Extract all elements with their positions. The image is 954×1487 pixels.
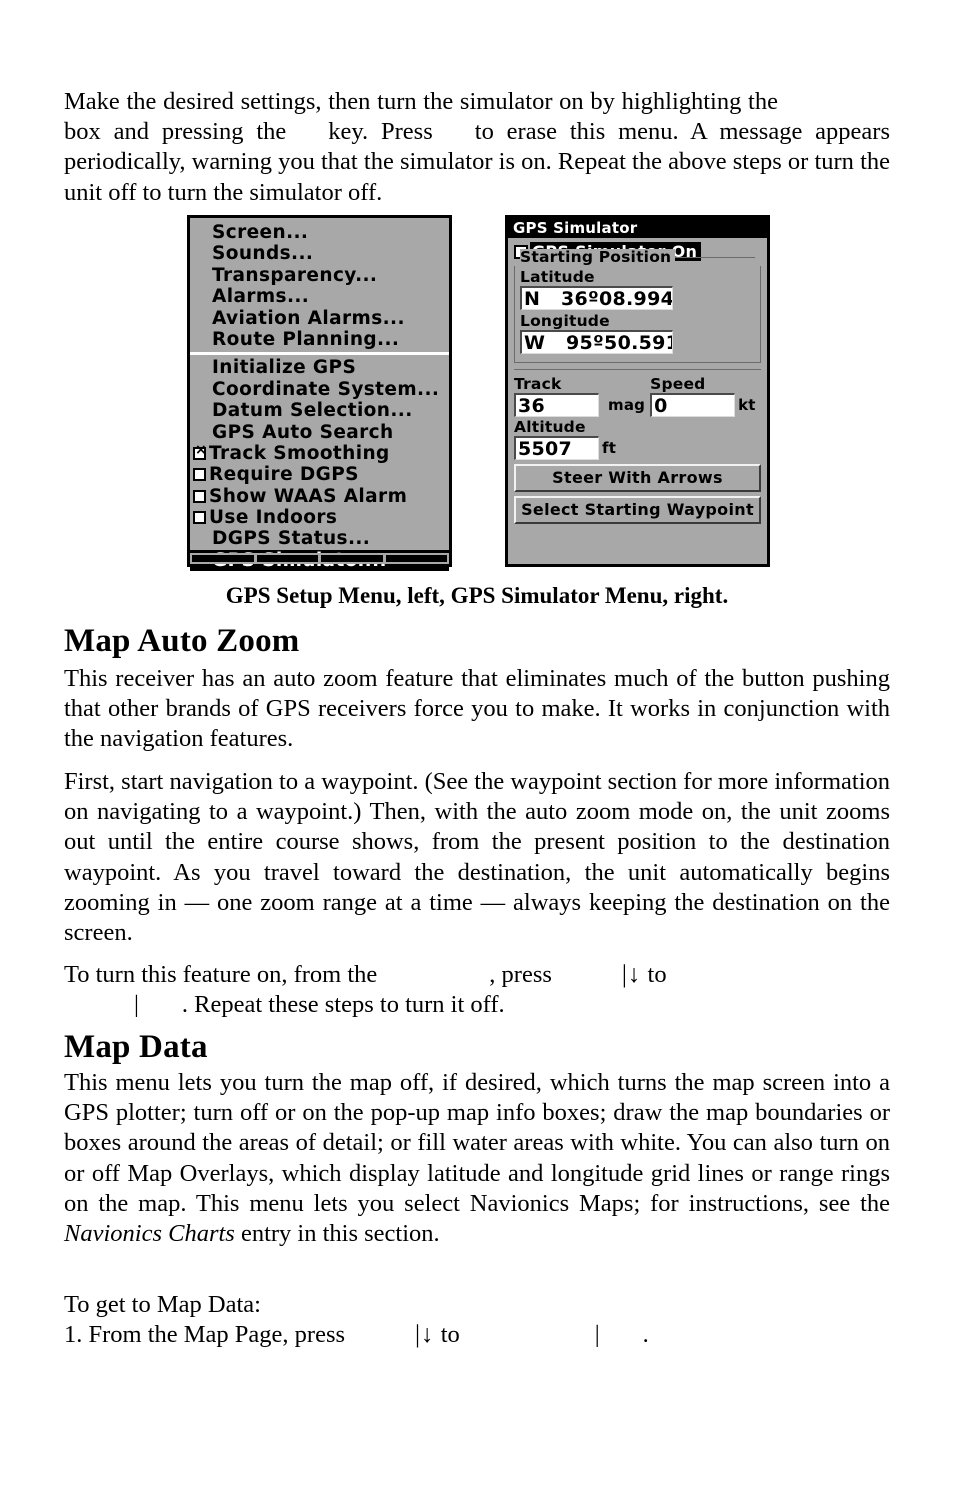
map-auto-zoom-steps: To turn this feature on, from the , press… [64, 960, 890, 1020]
checkbox-unchecked-icon[interactable] [193, 489, 206, 503]
menu-bottom-tab-bar [190, 553, 449, 564]
intro-paragraph: Make the desired settings, then turn the… [64, 87, 890, 208]
altitude-label: Altitude [514, 418, 586, 436]
menu-item-track-smoothing[interactable]: Track Smoothing [190, 443, 449, 464]
map-data-text-a: This menu lets you turn the map off, if … [64, 1069, 890, 1217]
menu-item-show-waas-alarm[interactable]: Show WAAS Alarm [190, 486, 449, 507]
menu-item-label: Datum Selection... [212, 400, 413, 422]
menu-key-down-arrow-glyph: |↓ [415, 1321, 435, 1349]
longitude-field[interactable]: W 95º50.591' [520, 330, 673, 354]
latitude-label: Latitude [520, 268, 595, 286]
altitude-field[interactable]: 5507 [514, 436, 599, 460]
intro-part-3: key. Press [328, 118, 433, 146]
altitude-row: Altitude 5507 ft [514, 417, 761, 460]
speed-column: Speed 0 [650, 374, 736, 417]
map-data-text-b: entry in this section. [240, 1220, 440, 1248]
tab-segment[interactable] [256, 555, 318, 562]
track-unit-label: mag [608, 396, 646, 414]
map-data-step-1: 1. From the Map Page, press |↓ to |. [64, 1320, 890, 1350]
pipe-glyph: | [594, 1321, 601, 1349]
document-page: Make the desired settings, then turn the… [64, 0, 890, 1487]
menu-item-alarms[interactable]: Alarms... [190, 286, 449, 307]
tab-segment[interactable] [385, 555, 447, 562]
gps-simulator-menu-screenshot: GPS Simulator GPS Simulator On Starting … [505, 215, 770, 567]
menu-key-down-arrow-glyph: |↓ [621, 961, 642, 988]
menu-item-aviation-alarms[interactable]: Aviation Alarms... [190, 308, 449, 329]
page-title-map-auto-zoom: Map Auto Zoom [64, 623, 300, 659]
longitude-label: Longitude [520, 312, 610, 330]
step1-part-a: 1. From the Map Page, press [64, 1321, 346, 1349]
menu-item-sounds[interactable]: Sounds... [190, 243, 449, 264]
menu-item-gps-auto-search[interactable]: GPS Auto Search [190, 422, 449, 443]
map-auto-zoom-paragraph-1: This receiver has an auto zoom feature t… [64, 665, 890, 753]
intro-part-2: box and pressing the [64, 118, 287, 146]
menu-item-transparency[interactable]: Transparency... [190, 265, 449, 286]
checkbox-unchecked-icon[interactable] [193, 468, 206, 482]
menu-item-label: Require DGPS [209, 464, 359, 486]
steps-part-4: . Repeat these steps to turn it off. [181, 991, 505, 1019]
menu-item-label: Route Planning... [212, 328, 400, 350]
legend-rule [675, 257, 755, 258]
menu-item-label: Sounds... [212, 243, 314, 265]
gps-simulator-body: GPS Simulator On Starting Position Latit… [508, 238, 767, 524]
menu-item-label: Initialize GPS [212, 357, 357, 379]
map-auto-zoom-paragraph-2: First, start navigation to a waypoint. (… [64, 768, 891, 947]
speed-label: Speed [650, 375, 706, 393]
starting-position-legend: Starting Position [520, 249, 755, 267]
menu-item-label: Track Smoothing [209, 442, 390, 464]
track-speed-row: Track 36 mag Speed 0 kt [514, 374, 761, 417]
figure-gps-menus: Screen... Sounds... Transparency... Alar… [64, 215, 890, 575]
map-data-intro-line: To get to Map Data: [64, 1291, 261, 1318]
speed-unit-label: kt [738, 396, 756, 414]
tab-segment[interactable] [192, 555, 254, 562]
track-field[interactable]: 36 [514, 393, 599, 417]
menu-item-label: Screen... [212, 222, 309, 243]
menu-item-label: Coordinate System... [212, 378, 440, 400]
step1-part-c: . [642, 1321, 649, 1349]
gps-simulator-title-bar: GPS Simulator [508, 218, 767, 238]
select-starting-waypoint-button[interactable]: Select Starting Waypoint [514, 496, 761, 524]
menu-item-require-dgps[interactable]: Require DGPS [190, 464, 449, 485]
simulator-motion-section: Track 36 mag Speed 0 kt Altitude 5507 ft… [514, 369, 761, 524]
latitude-field[interactable]: N 36º08.994' [520, 286, 673, 310]
altitude-column: Altitude 5507 [514, 417, 599, 460]
steps-part-3: to [647, 961, 667, 988]
menu-item-label: DGPS Status... [212, 528, 371, 550]
map-data-italic-term: Navionics Charts [64, 1220, 235, 1248]
menu-item-coordinate-system[interactable]: Coordinate System... [190, 379, 449, 400]
checkbox-checked-icon[interactable] [193, 444, 207, 460]
page-title-map-data: Map Data [64, 1029, 208, 1065]
map-data-paragraph-1: This menu lets you turn the map off, if … [64, 1068, 890, 1249]
menu-item-datum-selection[interactable]: Datum Selection... [190, 400, 449, 421]
menu-item-route-planning[interactable]: Route Planning... [190, 329, 449, 350]
track-label: Track [514, 375, 562, 393]
figure-caption: GPS Setup Menu, left, GPS Simulator Menu… [225, 583, 729, 608]
steps-part-1: To turn this feature on, from the [64, 961, 378, 988]
menu-item-screen[interactable]: Screen... [190, 222, 449, 243]
menu-item-initialize-gps[interactable]: Initialize GPS [190, 357, 449, 378]
intro-part-1: Make the desired settings, then turn the… [64, 88, 778, 115]
altitude-unit-label: ft [602, 439, 617, 457]
menu-item-label: Aviation Alarms... [212, 307, 405, 329]
gps-setup-menu-list: Screen... Sounds... Transparency... Alar… [190, 218, 449, 572]
gps-setup-menu-screenshot: Screen... Sounds... Transparency... Alar… [187, 215, 452, 572]
menu-item-label: GPS Auto Search [212, 421, 394, 443]
starting-position-legend-label: Starting Position [520, 249, 676, 266]
checkbox-unchecked-icon[interactable] [193, 511, 206, 525]
step1-part-b: to [440, 1321, 460, 1349]
pipe-glyph: | [134, 991, 140, 1019]
tab-segment[interactable] [321, 555, 383, 562]
menu-item-dgps-status[interactable]: DGPS Status... [190, 528, 449, 549]
menu-item-label: Show WAAS Alarm [209, 485, 408, 507]
steer-with-arrows-button[interactable]: Steer With Arrows [514, 464, 761, 492]
menu-divider [190, 352, 449, 356]
menu-item-label: Alarms... [212, 286, 310, 308]
speed-field[interactable]: 0 [650, 393, 736, 417]
menu-item-use-indoors[interactable]: Use Indoors [190, 507, 449, 528]
steps-part-2: , press [489, 961, 552, 988]
menu-item-label: Use Indoors [209, 507, 338, 529]
menu-item-label: Transparency... [212, 264, 378, 286]
track-column: Track 36 [514, 374, 599, 417]
starting-position-group: Starting Position Latitude N 36º08.994' … [514, 249, 761, 363]
